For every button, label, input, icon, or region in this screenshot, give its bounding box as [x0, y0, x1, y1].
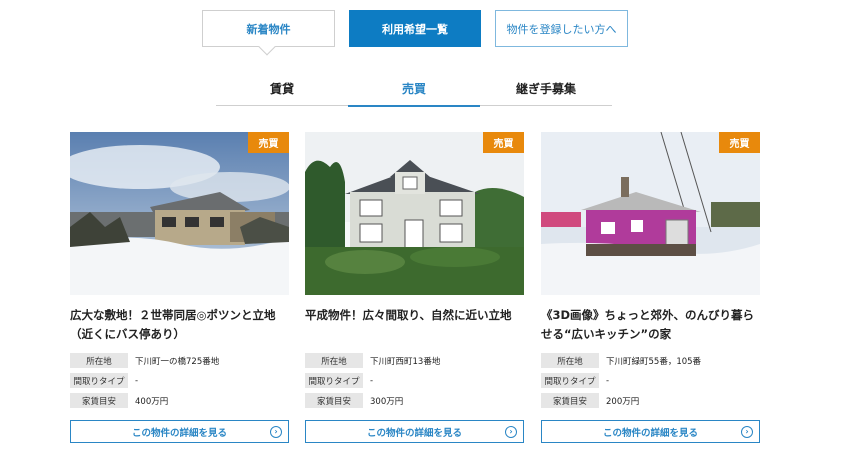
view-details-button[interactable]: この物件の詳細を見る › — [541, 420, 760, 443]
info-label: 間取りタイプ — [70, 373, 128, 388]
category-tab-bar: 賃貸 売買 継ぎ手募集 — [216, 80, 612, 107]
house-photo-gray-two-storey — [305, 132, 524, 295]
property-info: 所在地 下川町緑町55番，105番 間取りタイプ - 家賃目安 200万円 — [541, 352, 760, 409]
property-photo[interactable]: 売買 — [305, 132, 524, 295]
view-details-label: この物件の詳細を見る — [366, 427, 462, 439]
info-row-layout: 間取りタイプ - — [305, 372, 524, 389]
house-photo-pink-snowy — [541, 132, 760, 295]
view-details-button[interactable]: この物件の詳細を見る › — [70, 420, 289, 443]
info-row-layout: 間取りタイプ - — [541, 372, 760, 389]
info-label: 間取りタイプ — [305, 373, 363, 388]
info-value: - — [606, 375, 610, 386]
tab-register-property[interactable]: 物件を登録したい方へ — [495, 10, 628, 47]
chevron-right-icon: › — [741, 426, 753, 438]
property-info: 所在地 下川町一の橋725番地 間取りタイプ - 家賃目安 400万円 — [70, 352, 289, 409]
info-label: 間取りタイプ — [541, 373, 599, 388]
property-title[interactable]: 広大な敷地！２世帯同居◎ポツンと立地（近くにバス停あり） — [70, 306, 289, 346]
info-row-location: 所在地 下川町緑町55番，105番 — [541, 352, 760, 369]
tab-rent[interactable]: 賃貸 — [216, 80, 348, 106]
info-value: 下川町一の橋725番地 — [135, 356, 220, 367]
info-label: 家賃目安 — [70, 393, 128, 408]
info-label: 家賃目安 — [541, 393, 599, 408]
top-tab-bar: 新着物件 利用希望一覧 物件を登録したい方へ — [202, 10, 628, 56]
property-card[interactable]: 売買 平成物件！広々間取り、自然に近い立地 所在地 下川町西町13番地 間取りタ… — [305, 132, 524, 443]
view-details-label: この物件の詳細を見る — [602, 427, 698, 439]
sale-badge: 売買 — [248, 132, 289, 153]
info-row-location: 所在地 下川町西町13番地 — [305, 352, 524, 369]
info-value: - — [135, 375, 139, 386]
info-row-location: 所在地 下川町一の橋725番地 — [70, 352, 289, 369]
chevron-right-icon: › — [270, 426, 282, 438]
property-card[interactable]: 売買 《3D画像》ちょっと郊外、のんびり暮らせる“広いキッチン”の家 所在地 下… — [541, 132, 760, 443]
sale-badge: 売買 — [719, 132, 760, 153]
info-label: 家賃目安 — [305, 393, 363, 408]
tab-wanted-list[interactable]: 利用希望一覧 — [349, 10, 481, 47]
view-details-label: この物件の詳細を見る — [131, 427, 227, 439]
info-value: 200万円 — [606, 396, 640, 407]
house-photo-snowy-two-storey — [70, 132, 289, 295]
tab-new-listings[interactable]: 新着物件 — [202, 10, 335, 56]
property-info: 所在地 下川町西町13番地 間取りタイプ - 家賃目安 300万円 — [305, 352, 524, 409]
property-title[interactable]: 平成物件！広々間取り、自然に近い立地 — [305, 306, 524, 346]
info-label: 所在地 — [541, 353, 599, 368]
info-value: 300万円 — [370, 396, 404, 407]
chevron-right-icon: › — [505, 426, 517, 438]
sale-badge: 売買 — [483, 132, 524, 153]
info-value: 下川町緑町55番，105番 — [606, 356, 702, 367]
tab-register-property-label: 物件を登録したい方へ — [506, 22, 617, 36]
tab-wanted-list-label: 利用希望一覧 — [382, 22, 448, 36]
tab-notch — [258, 38, 276, 56]
view-details-button[interactable]: この物件の詳細を見る › — [305, 420, 524, 443]
property-card[interactable]: 売買 広大な敷地！２世帯同居◎ポツンと立地（近くにバス停あり） 所在地 下川町一… — [70, 132, 289, 443]
info-value: 400万円 — [135, 396, 169, 407]
info-row-price: 家賃目安 300万円 — [305, 392, 524, 409]
info-label: 所在地 — [70, 353, 128, 368]
tab-new-listings-label: 新着物件 — [246, 22, 291, 36]
info-value: - — [370, 375, 374, 386]
info-row-layout: 間取りタイプ - — [70, 372, 289, 389]
property-photo[interactable]: 売買 — [70, 132, 289, 295]
info-row-price: 家賃目安 200万円 — [541, 392, 760, 409]
info-value: 下川町西町13番地 — [370, 356, 441, 367]
property-title[interactable]: 《3D画像》ちょっと郊外、のんびり暮らせる“広いキッチン”の家 — [541, 306, 760, 346]
info-row-price: 家賃目安 400万円 — [70, 392, 289, 409]
tab-successor[interactable]: 継ぎ手募集 — [480, 80, 612, 106]
info-label: 所在地 — [305, 353, 363, 368]
property-photo[interactable]: 売買 — [541, 132, 760, 295]
tab-sale[interactable]: 売買 — [348, 80, 480, 107]
